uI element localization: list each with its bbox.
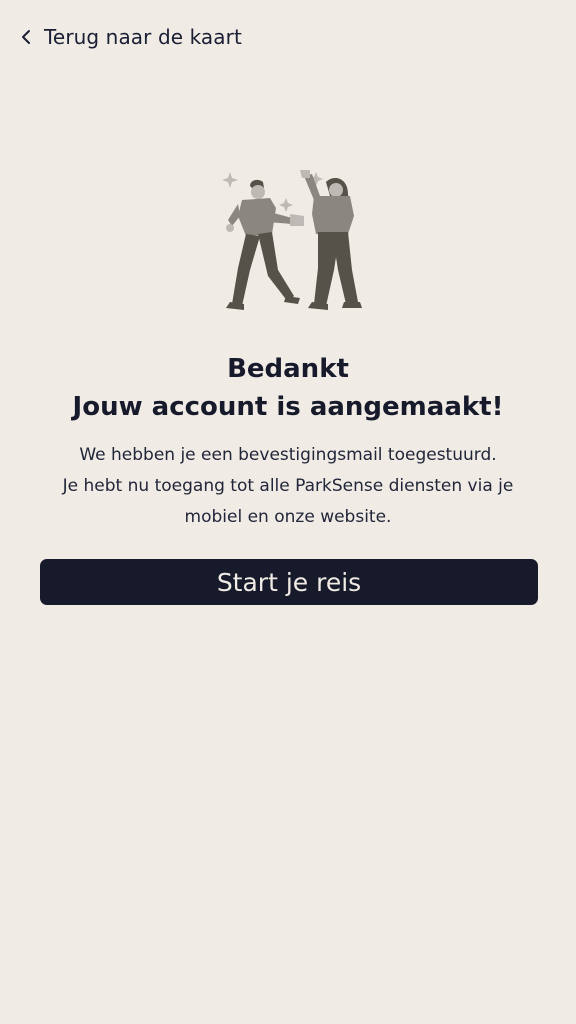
back-to-map-link[interactable]: Terug naar de kaart	[18, 22, 242, 52]
man-figure	[226, 179, 304, 310]
back-link-label[interactable]: Terug naar de kaart	[44, 25, 242, 49]
chevron-left-icon[interactable]	[18, 28, 36, 46]
title-thanks: Bedankt	[227, 354, 349, 384]
celebrating-people-illustration	[208, 160, 372, 312]
start-journey-button-label[interactable]: Start je reis	[217, 568, 361, 597]
body-text-line-3: mobiel en onze website.	[184, 507, 392, 527]
body-text-line-1: We hebben je een bevestigingsmail toeges…	[79, 445, 497, 465]
body-text-line-2: Je hebt nu toegang tot alle ParkSense di…	[62, 476, 514, 496]
start-journey-button[interactable]: Start je reis	[40, 559, 538, 605]
woman-figure	[300, 170, 362, 310]
title-account-created: Jouw account is aangemaakt!	[72, 392, 504, 422]
